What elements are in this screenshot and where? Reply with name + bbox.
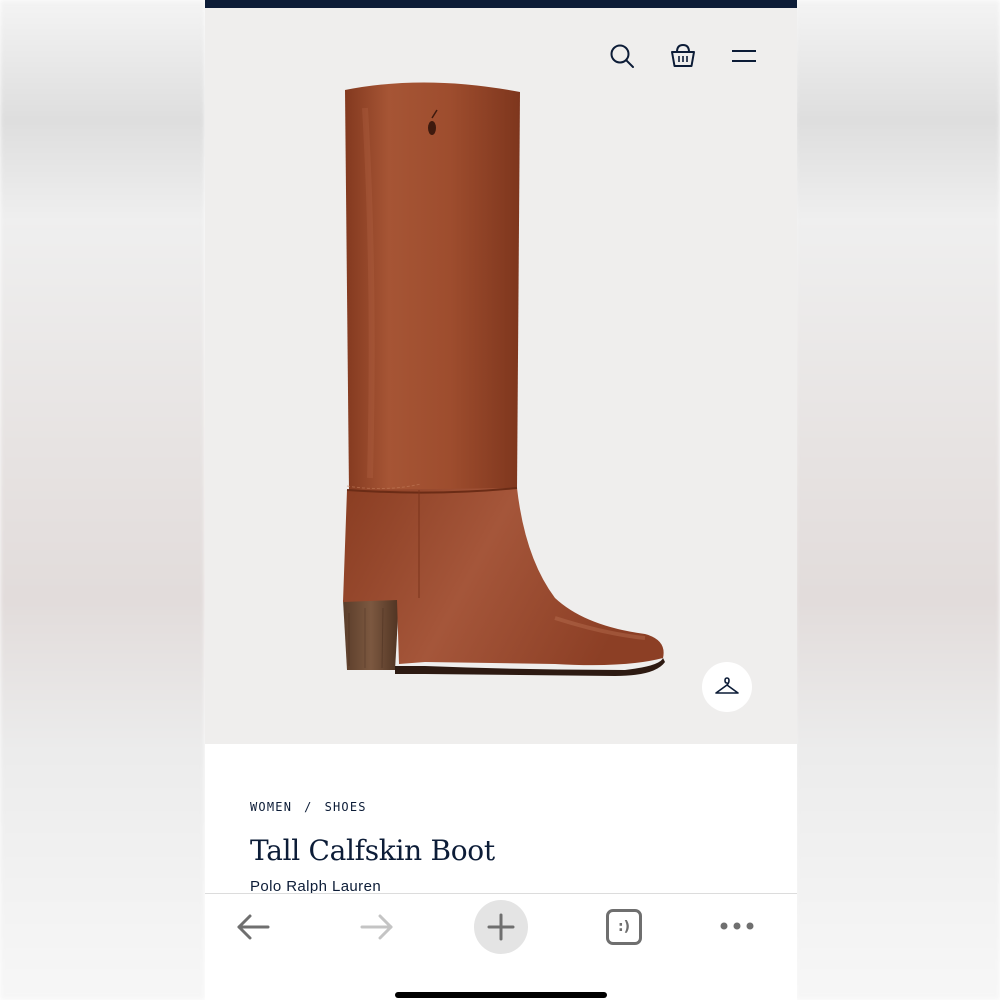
new-tab-plus-icon	[487, 913, 515, 941]
blurred-background-left	[0, 0, 205, 1000]
breadcrumb-separator: /	[304, 800, 313, 814]
product-info: WOMEN / SHOES Tall Calfskin Boot Polo Ra…	[205, 744, 797, 895]
new-tab-button[interactable]	[474, 900, 528, 954]
top-status-bar	[205, 0, 797, 8]
menu-icon[interactable]	[729, 41, 759, 71]
breadcrumb-link-women[interactable]: WOMEN	[250, 800, 292, 814]
tabs-label: :)	[618, 919, 630, 935]
home-indicator	[395, 992, 607, 998]
product-title: Tall Calfskin Boot	[250, 834, 495, 867]
product-image[interactable]	[325, 78, 675, 678]
tabs-icon[interactable]: :)	[606, 909, 642, 945]
shopping-bag-icon[interactable]	[668, 41, 698, 71]
search-icon[interactable]	[607, 41, 637, 71]
blurred-background-right	[795, 0, 1000, 1000]
product-hero	[205, 8, 797, 744]
phone-screen: WOMEN / SHOES Tall Calfskin Boot Polo Ra…	[205, 0, 797, 1000]
forward-arrow-icon[interactable]	[357, 911, 397, 943]
breadcrumb-link-shoes[interactable]: SHOES	[325, 800, 367, 814]
back-arrow-icon[interactable]	[233, 911, 273, 943]
more-icon[interactable]	[717, 914, 757, 938]
hanger-icon	[715, 677, 739, 694]
hanger-button[interactable]	[702, 662, 752, 712]
browser-toolbar: :)	[205, 893, 797, 1000]
breadcrumb: WOMEN / SHOES	[250, 800, 367, 814]
